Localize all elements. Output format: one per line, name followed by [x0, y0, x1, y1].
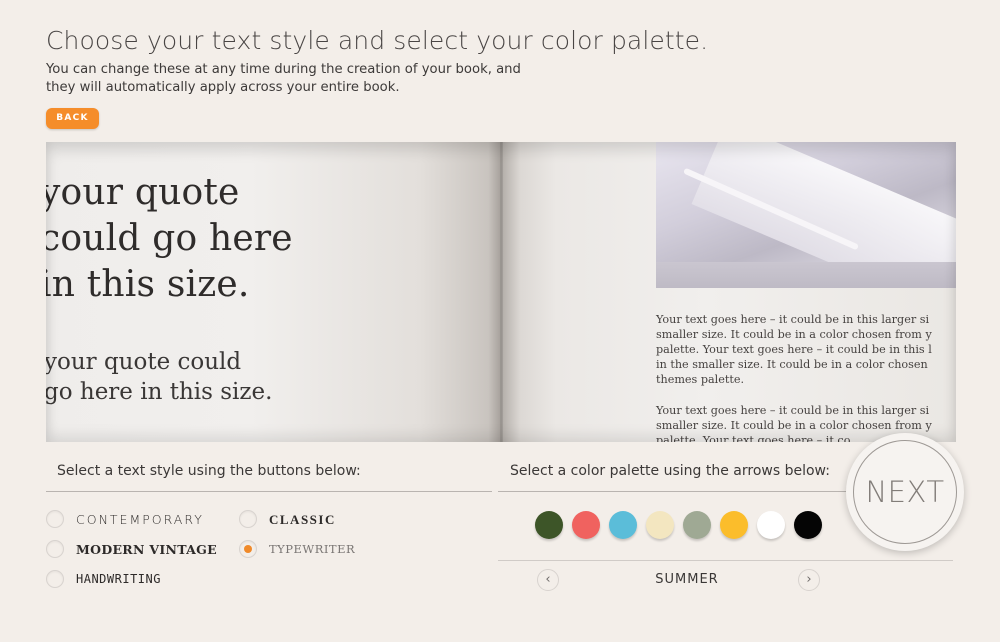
book-preview: your quote could go here in this size. y…	[46, 142, 956, 442]
divider	[46, 491, 492, 492]
back-button[interactable]: BACK	[46, 108, 99, 129]
book-spine	[500, 142, 503, 442]
radio-button[interactable]	[239, 510, 257, 528]
quote-large-line: your quote	[46, 172, 240, 213]
radio-button[interactable]	[46, 570, 64, 588]
quote-large-line: in this size.	[46, 264, 250, 305]
color-swatch	[720, 511, 748, 539]
next-button[interactable]: NEXT	[846, 433, 964, 551]
quote-small-line: go here in this size.	[46, 379, 273, 405]
page-subtitle: You can change these at any time during …	[46, 62, 521, 95]
text-style-label-modern-vintage: MODERN VINTAGE	[76, 542, 217, 557]
palette-name: SUMMER	[655, 572, 719, 587]
color-swatch	[609, 511, 637, 539]
text-style-label-classic: CLASSIC	[269, 512, 336, 527]
body-line: smaller size. It could be in a color cho…	[656, 328, 932, 341]
sample-photo	[656, 142, 956, 288]
quote-small-line: your quote could	[46, 349, 242, 375]
body-line: palette. Your text goes here – it could …	[656, 343, 932, 356]
radio-button-selected[interactable]	[239, 540, 257, 558]
quote-large-line: could go here	[46, 218, 293, 259]
body-line: themes palette.	[656, 373, 745, 386]
text-style-label-contemporary: CONTEMPORARY	[76, 512, 204, 527]
body-line: in the smaller size. It could be in a co…	[656, 358, 928, 371]
color-swatch	[757, 511, 785, 539]
color-swatch	[794, 511, 822, 539]
color-swatch	[572, 511, 600, 539]
color-swatch	[683, 511, 711, 539]
quote-small: your quote could go here in this size.	[46, 347, 272, 407]
body-paragraph: Your text goes here – it could be in thi…	[656, 312, 956, 387]
page-title: Choose your text style and select your c…	[46, 26, 709, 55]
text-style-label-typewriter: TYPEWRITER	[269, 542, 356, 556]
radio-button[interactable]	[46, 510, 64, 528]
chevron-right-icon[interactable]: ›	[798, 569, 820, 591]
chevron-left-icon[interactable]: ‹	[537, 569, 559, 591]
quote-large: your quote could go here in this size.	[46, 170, 293, 308]
book-left-page: your quote could go here in this size. y…	[46, 142, 502, 442]
divider	[498, 560, 953, 561]
next-button-label: NEXT	[853, 440, 957, 544]
color-palette-label: Select a color palette using the arrows …	[510, 463, 830, 479]
body-line: Your text goes here – it could be in thi…	[656, 404, 930, 417]
text-style-label: Select a text style using the buttons be…	[57, 463, 361, 479]
radio-button[interactable]	[46, 540, 64, 558]
text-style-label-handwriting: HANDWRITING	[76, 572, 161, 586]
color-swatch	[646, 511, 674, 539]
body-line: Your text goes here – it could be in thi…	[656, 313, 930, 326]
body-line: smaller size. It could be in a color cho…	[656, 419, 932, 432]
color-swatch	[535, 511, 563, 539]
